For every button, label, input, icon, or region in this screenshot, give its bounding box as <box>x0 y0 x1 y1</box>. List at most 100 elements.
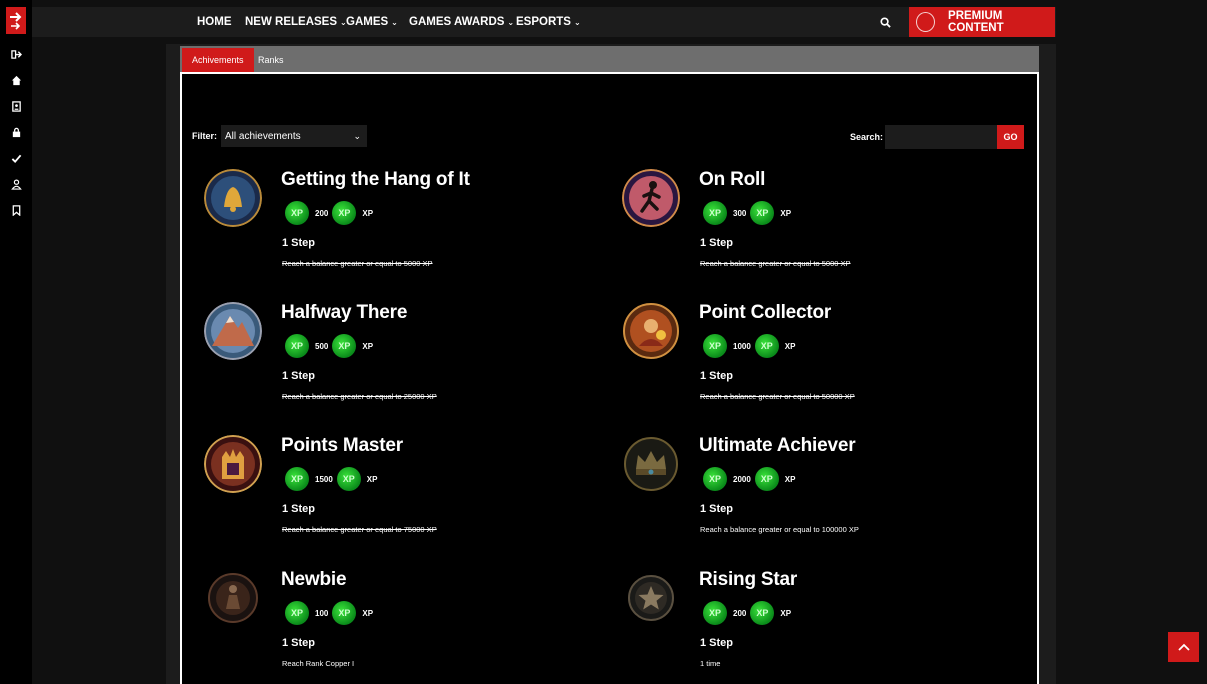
premium-content-button[interactable]: PREMIUM CONTENT <box>909 7 1055 37</box>
bell-badge-icon <box>204 169 262 227</box>
contacts-icon[interactable] <box>8 98 24 114</box>
achievement-steps: 1 Step <box>700 237 734 249</box>
bookmark-icon[interactable] <box>8 202 24 218</box>
xp-amount: 100 <box>315 608 329 618</box>
xp-coin-icon: XP <box>332 601 357 625</box>
achievement-title: Ultimate Achiever <box>699 435 856 456</box>
newbie-badge-icon <box>208 573 258 623</box>
xp-coin-icon: XP <box>285 334 309 358</box>
search-icon <box>880 16 891 28</box>
achievement-requirement: Reach a balance greater or equal to 5000… <box>700 259 851 268</box>
throne-badge-icon <box>204 435 262 493</box>
achievement-steps: 1 Step <box>282 503 316 515</box>
collector-badge-icon <box>623 303 679 359</box>
search-label: Search: <box>849 132 883 142</box>
xp-unit: XP <box>784 341 796 351</box>
xp-unit: XP <box>362 608 374 618</box>
xp-amount: 300 <box>733 208 747 218</box>
xp-unit: XP <box>780 208 792 218</box>
filter-label: Filter: <box>192 131 218 141</box>
achievement-card[interactable]: Ultimate Achiever XP 2000 XP XP 1 Step R… <box>622 435 1002 555</box>
chevron-down-icon: ⌄ <box>353 130 362 141</box>
xp-coin-icon: XP <box>285 201 309 225</box>
tab-achievements[interactable]: Achivements <box>182 48 254 72</box>
nav-games[interactable]: GAMES ⌄ <box>346 7 398 37</box>
xp-reward: XP 1000 XP XP <box>703 334 795 358</box>
home-icon[interactable] <box>8 72 24 88</box>
scroll-to-top-button[interactable] <box>1168 632 1199 662</box>
xp-reward: XP 300 XP XP <box>703 201 791 225</box>
tab-ranks[interactable]: Ranks <box>248 48 294 72</box>
xp-unit: XP <box>362 208 374 218</box>
nav-esports-label: ESPORTS <box>516 16 571 28</box>
search-group: Search: GO <box>850 125 1024 149</box>
achievement-title: Points Master <box>281 435 403 456</box>
achievement-card[interactable]: Halfway There XP 500 XP XP 1 Step Reach … <box>204 302 584 422</box>
mountain-badge-icon <box>204 302 262 360</box>
premium-content-label: PREMIUM CONTENT <box>948 10 1004 34</box>
search-input[interactable] <box>885 125 997 149</box>
achievement-requirement: Reach a balance greater or equal to 1000… <box>700 525 859 534</box>
side-rail <box>0 0 32 684</box>
achievement-steps: 1 Step <box>700 370 734 382</box>
crown-badge-icon <box>624 437 678 491</box>
xp-amount: 1500 <box>315 474 333 484</box>
lock-icon[interactable] <box>8 124 24 140</box>
xp-unit: XP <box>784 474 796 484</box>
xp-coin-icon: XP <box>754 467 779 491</box>
xp-amount: 500 <box>315 341 329 351</box>
chevron-up-icon <box>1177 643 1190 651</box>
xp-unit: XP <box>780 608 792 618</box>
xp-coin-icon: XP <box>332 334 357 358</box>
user-icon[interactable] <box>8 176 24 192</box>
achievement-card[interactable]: Point Collector XP 1000 XP XP 1 Step Rea… <box>622 302 1002 422</box>
xp-amount: 1000 <box>733 341 751 351</box>
nav-games-label: GAMES <box>346 16 389 28</box>
nav-new-releases[interactable]: NEW RELEASES ⌄ <box>245 7 347 37</box>
chevron-down-icon: ⌄ <box>573 17 581 27</box>
nav-esports[interactable]: ESPORTS ⌄ <box>516 7 581 37</box>
achievement-card[interactable]: On Roll XP 300 XP XP 1 Step Reach a bala… <box>622 169 1002 289</box>
xp-amount: 200 <box>733 608 747 618</box>
xp-coin-icon: XP <box>703 334 727 358</box>
runner-badge-icon <box>622 169 680 227</box>
filter-selected-value: All achievements <box>225 130 301 142</box>
achievement-card[interactable]: Getting the Hang of It XP 200 XP XP 1 St… <box>204 169 584 289</box>
tabs-bar: Achivements Ranks <box>180 46 1039 72</box>
achievement-requirement: 1 time <box>700 659 721 668</box>
xp-unit: XP <box>366 474 378 484</box>
xp-reward: XP 200 XP XP <box>703 601 791 625</box>
achievement-card[interactable]: Rising Star XP 200 XP XP 1 Step 1 time <box>622 569 1002 684</box>
achievement-steps: 1 Step <box>282 237 316 249</box>
achievement-title: Point Collector <box>699 302 832 323</box>
nav-games-awards[interactable]: GAMES AWARDS ⌄ <box>409 7 514 37</box>
nav-home-label: HOME <box>197 16 232 28</box>
xp-reward: XP 500 XP XP <box>285 334 373 358</box>
achievement-card[interactable]: Points Master XP 1500 XP XP 1 Step Reach… <box>204 435 584 555</box>
arrow-right-icon <box>10 11 22 30</box>
achievement-requirement: Reach a balance greater or equal to 7500… <box>282 525 437 534</box>
xp-reward: XP 200 XP XP <box>285 201 373 225</box>
achievement-requirement: Reach a balance greater or equal to 5000… <box>282 259 433 268</box>
achievement-card[interactable]: Newbie XP 100 XP XP 1 Step Reach Rank Co… <box>204 569 584 684</box>
xp-reward: XP 2000 XP XP <box>703 467 795 491</box>
xp-coin-icon: XP <box>703 201 727 225</box>
sign-out-icon[interactable] <box>8 46 24 62</box>
xp-coin-icon: XP <box>285 467 309 491</box>
achievement-steps: 1 Step <box>700 503 734 515</box>
go-button[interactable]: GO <box>997 125 1024 149</box>
xp-coin-icon: XP <box>332 201 357 225</box>
star-badge-icon <box>628 575 674 621</box>
nav-home[interactable]: HOME <box>197 7 232 37</box>
nav-search-button[interactable] <box>880 7 891 37</box>
achievement-title: Newbie <box>281 569 347 590</box>
xp-reward: XP 100 XP XP <box>285 601 373 625</box>
xp-unit: XP <box>362 341 374 351</box>
checkmark-icon[interactable] <box>8 150 24 166</box>
xp-coin-icon: XP <box>703 601 727 625</box>
xp-coin-icon: XP <box>285 601 309 625</box>
chevron-down-icon: ⌄ <box>507 17 515 27</box>
filter-select[interactable]: All achievements ⌄ <box>221 125 368 147</box>
xp-coin-icon: XP <box>754 334 779 358</box>
collapse-rail-button[interactable] <box>6 7 26 34</box>
